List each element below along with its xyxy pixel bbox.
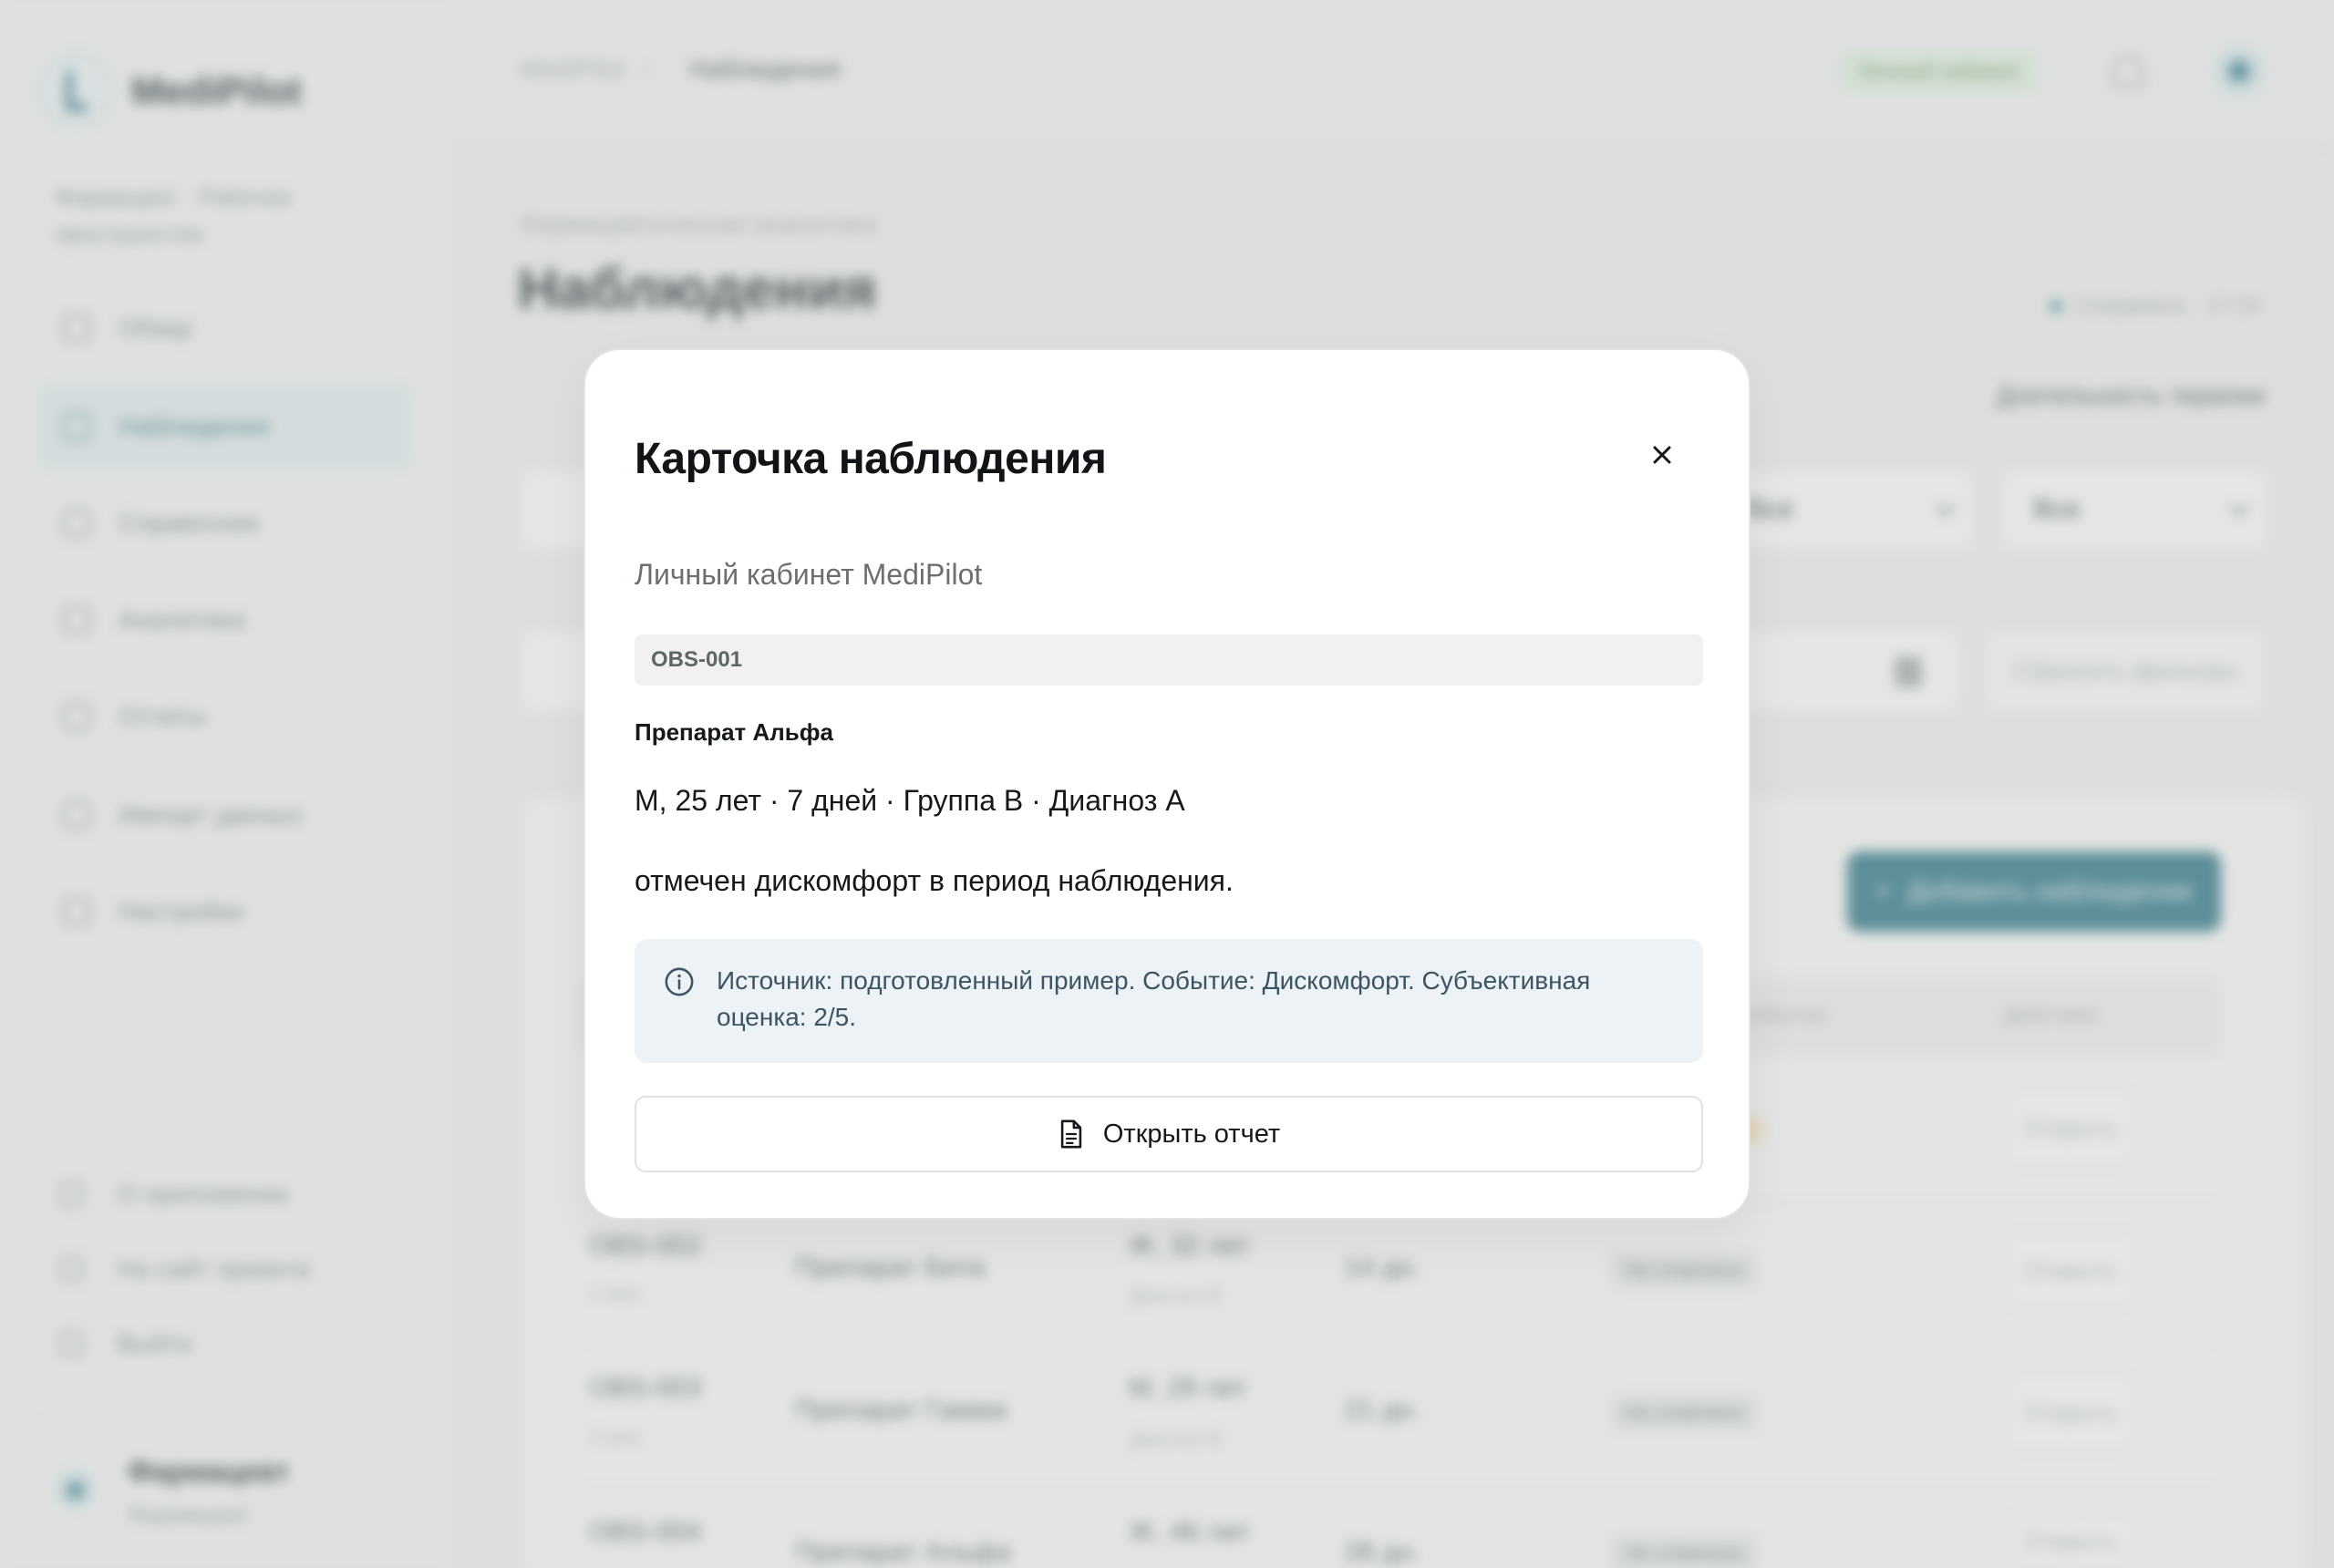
close-button[interactable] <box>1637 430 1687 480</box>
open-report-label: Открыть отчет <box>1102 1119 1281 1149</box>
info-note-text: Источник: подготовленный пример. Событие… <box>717 966 1591 1031</box>
observation-text: отмечен дискомфорт в период наблюдения. <box>635 864 1234 897</box>
close-icon <box>1653 446 1671 464</box>
info-note: Источник: подготовленный пример. Событие… <box>635 939 1703 1063</box>
info-icon <box>665 967 694 996</box>
drug-name: Препарат Альфа <box>635 718 833 746</box>
modal-subtitle: Личный кабинет MediPilot <box>635 558 983 591</box>
modal-title: Карточка наблюдения <box>635 435 1107 483</box>
document-icon <box>1060 1119 1082 1149</box>
observation-card-modal: Карточка наблюдения Личный кабинет MediP… <box>584 348 1750 1220</box>
observation-id-badge: OBS-001 <box>635 634 1703 686</box>
patient-info: М, 25 лет · 7 дней · Группа B · Диагноз … <box>635 784 1185 817</box>
open-report-button[interactable]: Открыть отчет <box>635 1096 1703 1172</box>
